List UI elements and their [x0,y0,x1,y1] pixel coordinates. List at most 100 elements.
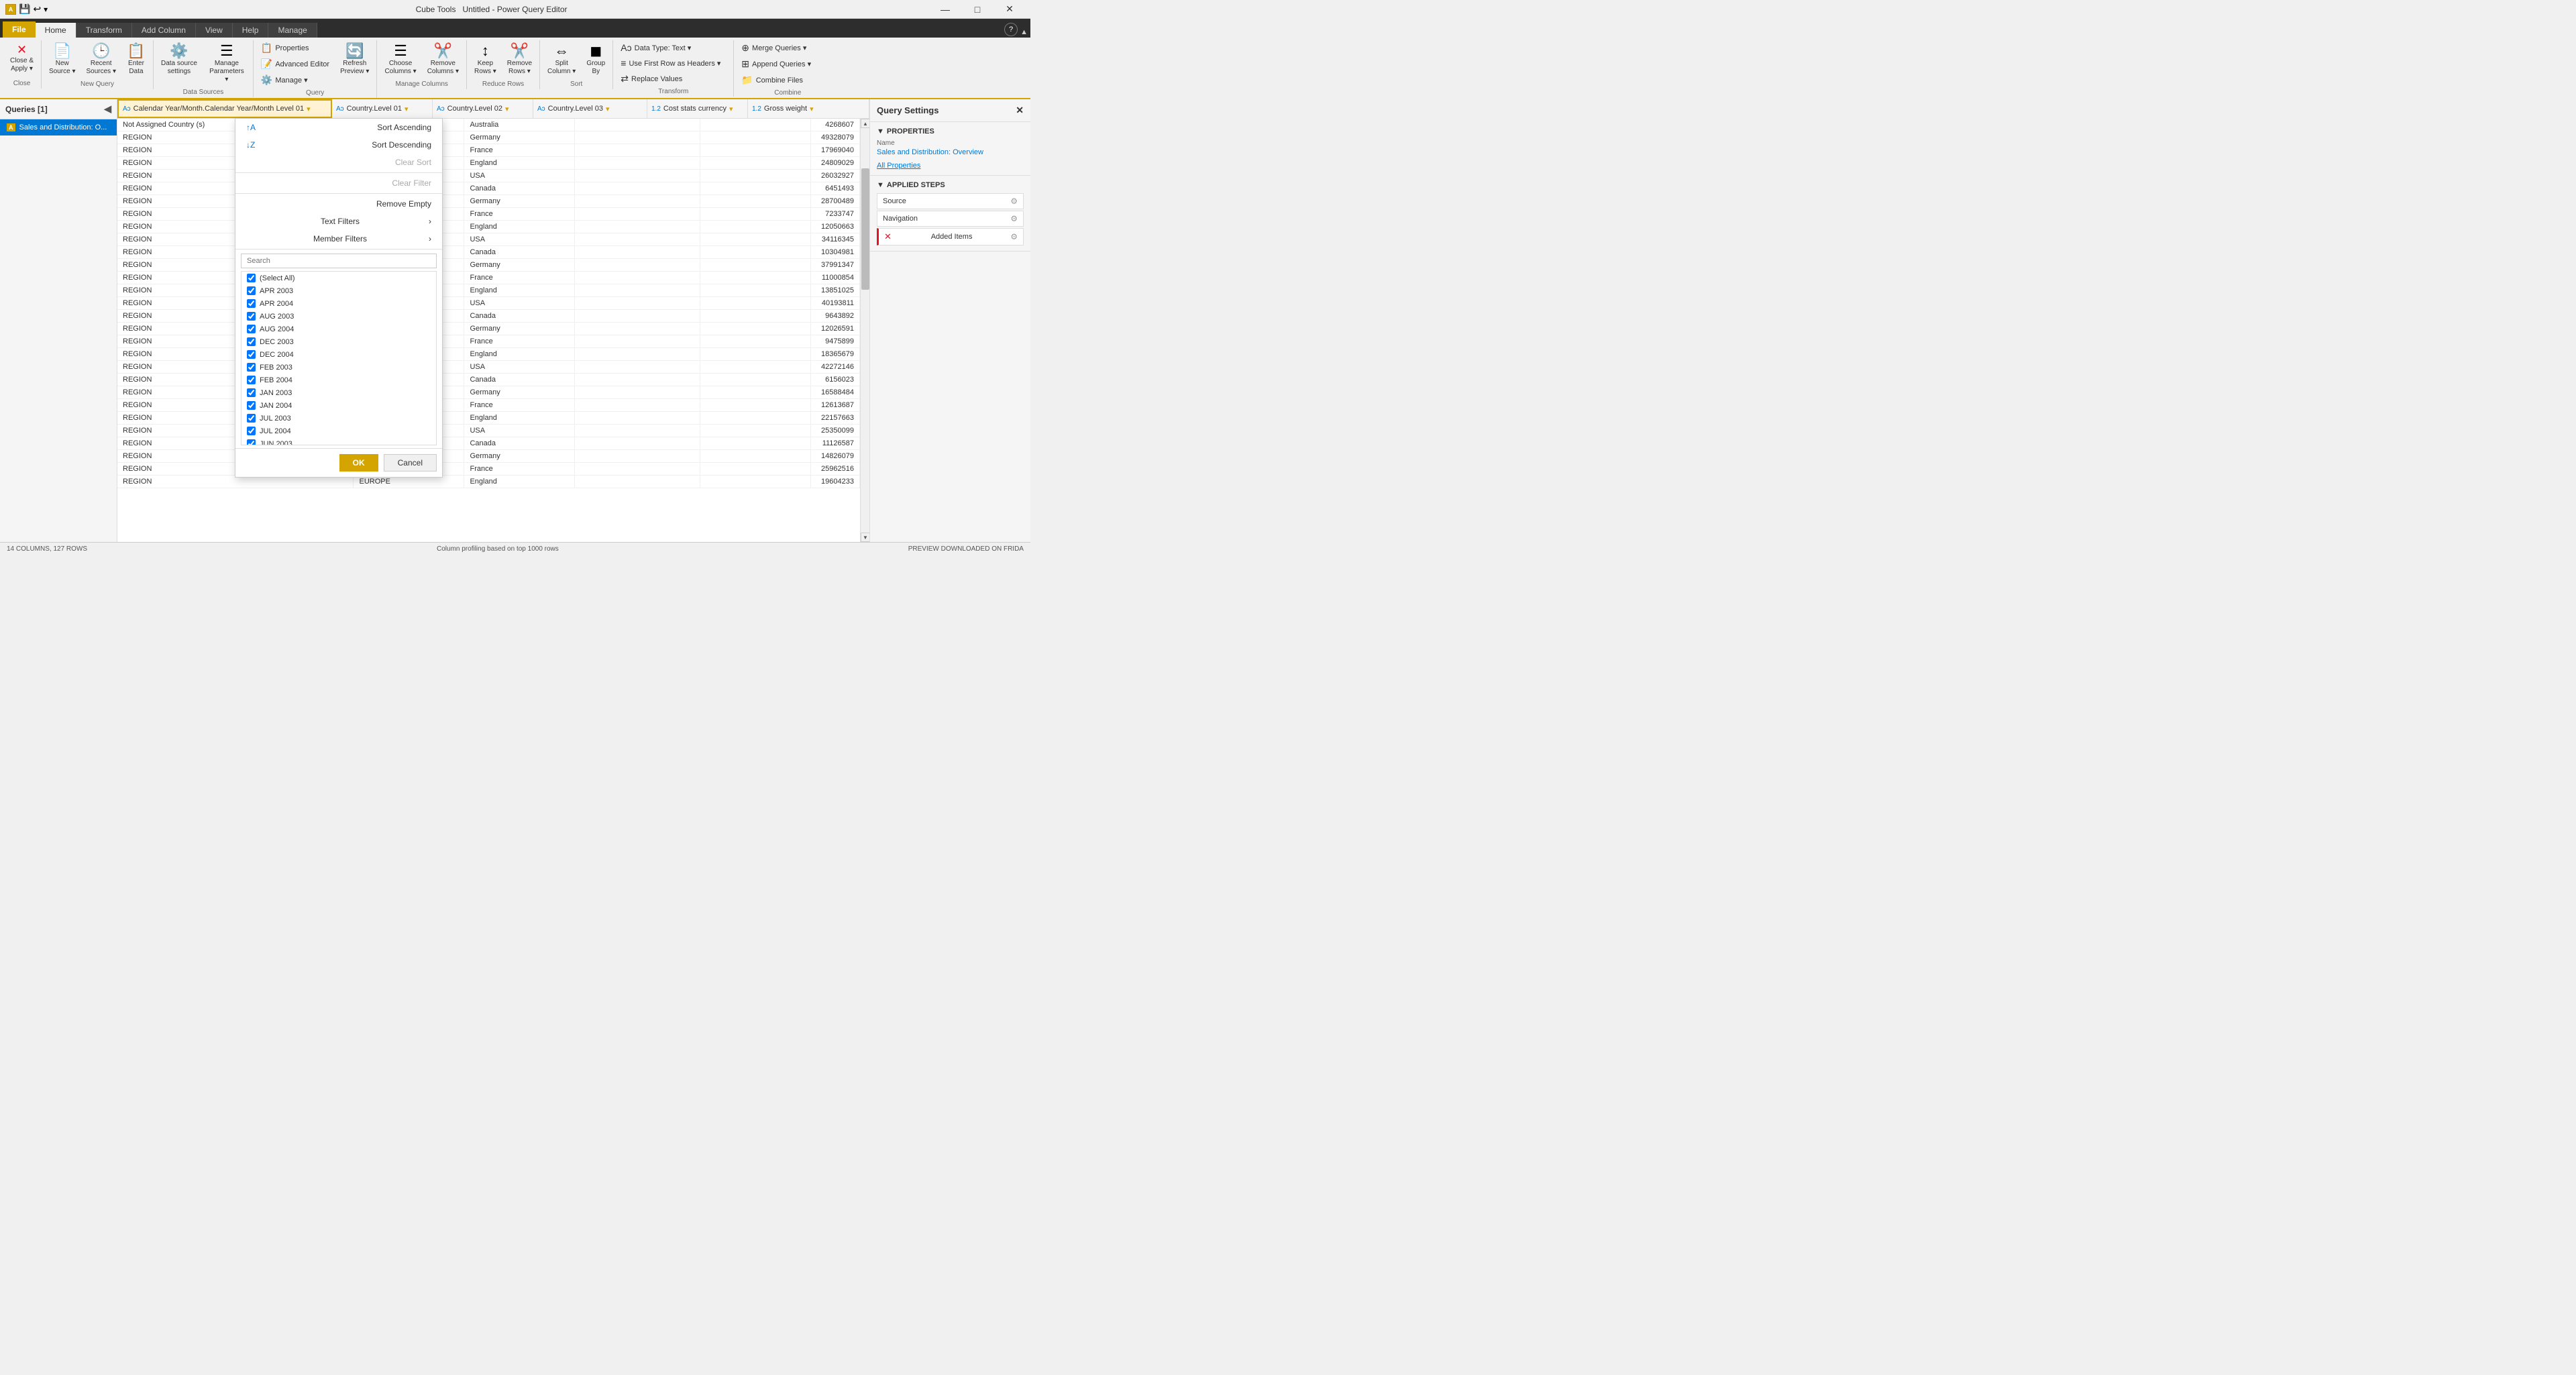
tab-add-column[interactable]: Add Column [132,23,196,38]
more-icon[interactable]: ▾ [44,5,48,14]
step-added-items[interactable]: ✕ Added Items ⚙ [877,228,1024,245]
table-row[interactable]: REGIONEUROPEEngland12050663 [117,221,860,233]
table-row[interactable]: REGIONAMERICACanada11126587 [117,437,860,450]
checkbox-jan2003[interactable] [247,388,256,397]
table-row[interactable]: REGIONEUROPEEngland24809029 [117,157,860,170]
step-navigation[interactable]: Navigation ⚙ [877,211,1024,227]
data-source-settings-button[interactable]: ⚙️ Data sourcesettings [156,40,202,79]
table-row[interactable]: REGIONEUROPEEngland19604233 [117,476,860,488]
checkbox-item-aug2004[interactable]: AUG 2004 [247,323,431,335]
properties-button[interactable]: 📋 Properties [256,40,334,56]
table-row[interactable]: REGIONEUROPEGermany49328079 [117,131,860,144]
minimize-ribbon-icon[interactable]: ▲ [1020,28,1028,36]
table-row[interactable]: REGIONEUROPEFrance11000854 [117,272,860,284]
col-dropdown-icon-cost[interactable]: ▾ [729,105,733,113]
col-dropdown-icon-l03[interactable]: ▾ [606,105,610,113]
step-source[interactable]: Source ⚙ [877,193,1024,209]
checkbox-item-feb2004[interactable]: FEB 2004 [247,374,431,386]
data-table[interactable]: Not Assigned Country (s)Australia4268607… [117,119,860,542]
checkbox-apr2003[interactable] [247,286,256,295]
col-dropdown-icon-cal-year[interactable]: ▾ [307,105,311,113]
table-row[interactable]: REGIONAMERICACanada10304981 [117,246,860,259]
checkbox-item-jul2004[interactable]: JUL 2004 [247,425,431,437]
query-item-sales-dist[interactable]: A Sales and Distribution: O... [0,119,117,135]
merge-queries-button[interactable]: ⊕ Merge Queries ▾ [737,40,816,56]
col-header-cal-year[interactable]: Aↄ Calendar Year/Month.Calendar Year/Mon… [117,99,332,118]
table-row[interactable]: REGIONAMERICACanada6451493 [117,182,860,195]
use-first-row-button[interactable]: ≡ Use First Row as Headers ▾ [616,56,725,70]
split-column-button[interactable]: ⇔ SplitColumn ▾ [543,40,580,79]
step-source-gear-icon[interactable]: ⚙ [1010,197,1018,206]
menu-item-sortDesc[interactable]: ↓ZSort Descending [235,136,442,154]
checkbox-item-aug2003[interactable]: AUG 2003 [247,310,431,323]
tab-manage[interactable]: Manage [268,23,317,38]
checkbox-list[interactable]: (Select All)APR 2003APR 2004AUG 2003AUG … [241,271,437,445]
table-row[interactable]: REGIONAMERICAUSA34116345 [117,233,860,246]
keep-rows-button[interactable]: ↕ KeepRows ▾ [470,40,501,79]
table-row[interactable]: REGIONEUROPEGermany28700489 [117,195,860,208]
menu-item-memberFilters[interactable]: Member Filters› [235,230,442,248]
tab-transform[interactable]: Transform [76,23,132,38]
col-header-gross-weight[interactable]: 1.2 Gross weight ▾ [748,99,869,118]
tab-help[interactable]: Help [233,23,269,38]
table-row[interactable]: REGIONAMERICAUSA40193811 [117,297,860,310]
data-type-button[interactable]: Aↄ Data Type: Text ▾ [616,40,725,55]
manage-dropdown-button[interactable]: ⚙️ Manage ▾ [256,72,334,88]
table-row[interactable]: REGIONEUROPEGermany14826079 [117,450,860,463]
new-source-button[interactable]: 📄 NewSource ▾ [44,40,80,79]
close-button[interactable]: ✕ [994,0,1025,19]
all-properties-link[interactable]: All Properties [877,162,920,170]
filter-search-input[interactable] [241,254,437,268]
cancel-button[interactable]: Cancel [384,454,437,472]
menu-item-sortAsc[interactable]: ↑ASort Ascending [235,119,442,136]
table-row[interactable]: REGIONEUROPEFrance25962516 [117,463,860,476]
checkbox-item-jul2003[interactable]: JUL 2003 [247,412,431,425]
table-row[interactable]: Not Assigned Country (s)Australia4268607 [117,119,860,131]
refresh-preview-button[interactable]: 🔄 RefreshPreview ▾ [335,40,374,79]
ok-button[interactable]: OK [339,454,378,472]
col-header-cost-stats[interactable]: 1.2 Cost stats currency ▾ [647,99,748,118]
checkbox-jun2003[interactable] [247,439,256,445]
recent-sources-button[interactable]: 🕒 RecentSources ▾ [82,40,121,79]
checkbox-feb2003[interactable] [247,363,256,372]
minimize-button[interactable]: — [930,0,961,19]
remove-rows-button[interactable]: ✂️ RemoveRows ▾ [502,40,537,79]
manage-parameters-button[interactable]: ☰ ManageParameters ▾ [203,40,250,87]
checkbox-item-selectAll[interactable]: (Select All) [247,272,431,284]
col-dropdown-icon-l02[interactable]: ▾ [505,105,509,113]
checkbox-apr2004[interactable] [247,299,256,308]
col-header-country-l02[interactable]: Aↄ Country.Level 02 ▾ [433,99,533,118]
combine-files-button[interactable]: 📁 Combine Files [737,72,816,88]
advanced-editor-button[interactable]: 📝 Advanced Editor [256,56,334,72]
col-header-country-l03[interactable]: Aↄ Country.Level 03 ▾ [533,99,647,118]
checkbox-feb2004[interactable] [247,376,256,384]
checkbox-aug2004[interactable] [247,325,256,333]
scroll-up-button[interactable]: ▲ [861,119,869,128]
step-added-items-del-icon[interactable]: ✕ [884,231,892,242]
maximize-button[interactable]: □ [962,0,993,19]
step-added-items-gear-icon[interactable]: ⚙ [1010,232,1018,241]
checkbox-dec2004[interactable] [247,350,256,359]
step-navigation-gear-icon[interactable]: ⚙ [1010,214,1018,223]
checkbox-item-apr2003[interactable]: APR 2003 [247,284,431,297]
queries-collapse-button[interactable]: ◀ [104,103,111,115]
table-row[interactable]: REGIONEUROPEFrance12613687 [117,399,860,412]
scroll-track[interactable] [861,128,869,533]
checkbox-jul2004[interactable] [247,427,256,435]
remove-columns-button[interactable]: ✂️ RemoveColumns ▾ [423,40,464,79]
append-queries-button[interactable]: ⊞ Append Queries ▾ [737,56,816,72]
table-row[interactable]: REGIONEUROPEFrance9475899 [117,335,860,348]
table-row[interactable]: REGIONAMERICACanada9643892 [117,310,860,323]
group-by-button[interactable]: ◼ GroupBy [582,40,610,79]
col-header-country-l01[interactable]: Aↄ Country.Level 01 ▾ [332,99,433,118]
checkbox-item-dec2003[interactable]: DEC 2003 [247,335,431,348]
scroll-down-button[interactable]: ▼ [861,533,869,542]
table-row[interactable]: REGIONEUROPEFrance17969040 [117,144,860,157]
checkbox-selectAll[interactable] [247,274,256,282]
checkbox-item-dec2004[interactable]: DEC 2004 [247,348,431,361]
table-row[interactable]: REGIONEUROPEEngland18365679 [117,348,860,361]
tab-view[interactable]: View [196,23,233,38]
close-apply-button[interactable]: ✕ Close &Apply ▾ [5,40,38,76]
table-row[interactable]: REGIONEUROPEGermany12026591 [117,323,860,335]
enter-data-button[interactable]: 📋 EnterData [122,40,150,79]
